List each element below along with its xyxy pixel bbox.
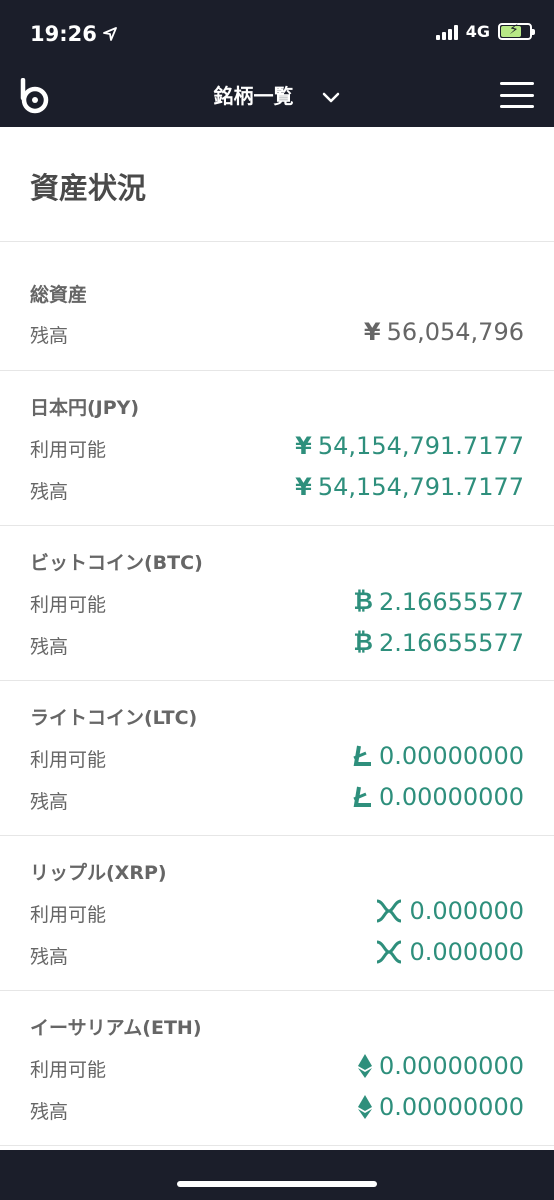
litecoin-icon [353, 745, 371, 766]
eth-section: イーサリアム(ETH) 利用可能 0.00000000 残高 0.0000000… [0, 991, 554, 1146]
total-balance-value: ¥ 56,054,796 [364, 318, 524, 346]
eth-title: イーサリアム(ETH) [30, 1017, 202, 1039]
jpy-balance-label: 残高 [30, 481, 69, 503]
jpy-balance-amount: 54,154,791.7177 [317, 473, 524, 501]
home-indicator[interactable] [177, 1181, 377, 1187]
page-title: 資産状況 [30, 171, 147, 205]
ethereum-icon [357, 1054, 372, 1078]
hamburger-menu-icon[interactable] [500, 82, 534, 108]
xrp-balance-label: 残高 [30, 946, 69, 968]
nav-title-label: 銘柄一覧 [213, 84, 294, 108]
btc-available-amount: 2.16655577 [378, 587, 524, 616]
status-bar-right: 4G ⚡ [435, 22, 535, 41]
jpy-section: 日本円(JPY) 利用可能 ¥ 54,154,791.7177 残高 ¥ 54,… [0, 371, 554, 526]
xrp-available-label: 利用可能 [30, 904, 107, 926]
total-assets-section: 総資産 残高 ¥ 56,054,796 [0, 242, 554, 371]
yen-icon: ¥ [295, 432, 312, 460]
signal-icon [435, 24, 458, 40]
btc-section: ビットコイン(BTC) 利用可能 ₿ 2.16655577 残高 ₿ 2.166… [0, 526, 554, 681]
total-balance-label: 残高 [30, 325, 69, 347]
eth-balance-value: 0.00000000 [357, 1093, 524, 1121]
ltc-balance-amount: 0.00000000 [378, 783, 524, 811]
bitcoin-icon: ₿ [353, 587, 373, 615]
top-bar: 19:26 4G ⚡ 銘柄一覧 [0, 0, 554, 127]
ltc-balance-value: 0.00000000 [353, 783, 524, 811]
btc-balance-amount: 2.16655577 [378, 628, 524, 657]
ltc-available-label: 利用可能 [30, 749, 107, 771]
xrp-balance-amount: 0.000000 [409, 938, 524, 966]
eth-available-value: 0.00000000 [357, 1052, 524, 1080]
eth-available-label: 利用可能 [30, 1059, 107, 1081]
xrp-section: リップル(XRP) 利用可能 0.000000 残高 0.000000 [0, 836, 554, 991]
bitcoin-icon: ₿ [353, 628, 373, 656]
ripple-icon [377, 899, 402, 923]
jpy-available-amount: 54,154,791.7177 [317, 432, 524, 460]
ltc-available-amount: 0.00000000 [378, 742, 524, 770]
jpy-available-label: 利用可能 [30, 439, 107, 461]
xrp-available-value: 0.000000 [375, 897, 524, 925]
btc-available-label: 利用可能 [30, 594, 107, 616]
status-bar-time: 19:26 [30, 22, 117, 46]
ripple-icon [377, 940, 402, 964]
eth-balance-label: 残高 [30, 1101, 69, 1123]
ltc-section: ライトコイン(LTC) 利用可能 0.00000000 残高 0.0000000… [0, 681, 554, 836]
xrp-title: リップル(XRP) [30, 862, 167, 884]
status-time-text: 19:26 [30, 22, 97, 46]
btc-balance-label: 残高 [30, 636, 69, 658]
xrp-available-amount: 0.000000 [409, 897, 524, 925]
jpy-title: 日本円(JPY) [30, 397, 140, 419]
ltc-available-value: 0.00000000 [353, 742, 524, 770]
yen-icon: ¥ [363, 318, 381, 346]
xrp-balance-value: 0.000000 [375, 938, 524, 966]
symbol-list-dropdown[interactable]: 銘柄一覧 [0, 80, 554, 109]
bottom-bar [0, 1150, 554, 1200]
jpy-balance-value: ¥ 54,154,791.7177 [295, 473, 524, 501]
ltc-title: ライトコイン(LTC) [30, 707, 198, 729]
chevron-down-icon [323, 92, 340, 102]
ethereum-icon [357, 1095, 372, 1119]
total-balance-amount: 56,054,796 [386, 318, 524, 346]
litecoin-icon [353, 786, 371, 807]
btc-available-value: ₿ 2.16655577 [353, 587, 524, 616]
page-header: 資産状況 [0, 127, 554, 242]
location-arrow-icon [102, 27, 117, 41]
total-assets-title: 総資産 [30, 284, 88, 306]
battery-charging-icon: ⚡ [498, 22, 535, 40]
jpy-available-value: ¥ 54,154,791.7177 [295, 432, 524, 460]
network-type: 4G [465, 22, 490, 41]
ltc-balance-label: 残高 [30, 791, 69, 813]
btc-balance-value: ₿ 2.16655577 [353, 628, 524, 657]
eth-balance-amount: 0.00000000 [378, 1093, 524, 1121]
btc-title: ビットコイン(BTC) [30, 552, 203, 574]
yen-icon: ¥ [295, 473, 312, 501]
eth-available-amount: 0.00000000 [378, 1052, 524, 1080]
